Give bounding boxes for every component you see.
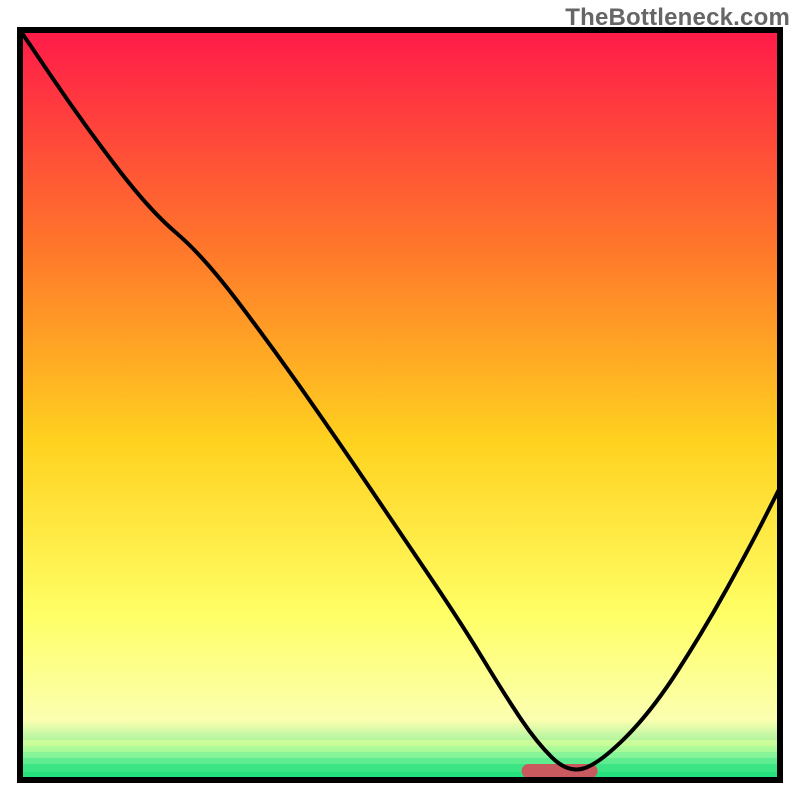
chart-container: TheBottleneck.com bbox=[0, 0, 800, 800]
chart-svg bbox=[0, 0, 800, 800]
attribution-label: TheBottleneck.com bbox=[565, 4, 790, 32]
gradient-background bbox=[20, 30, 780, 780]
bottom-bands bbox=[20, 740, 780, 780]
